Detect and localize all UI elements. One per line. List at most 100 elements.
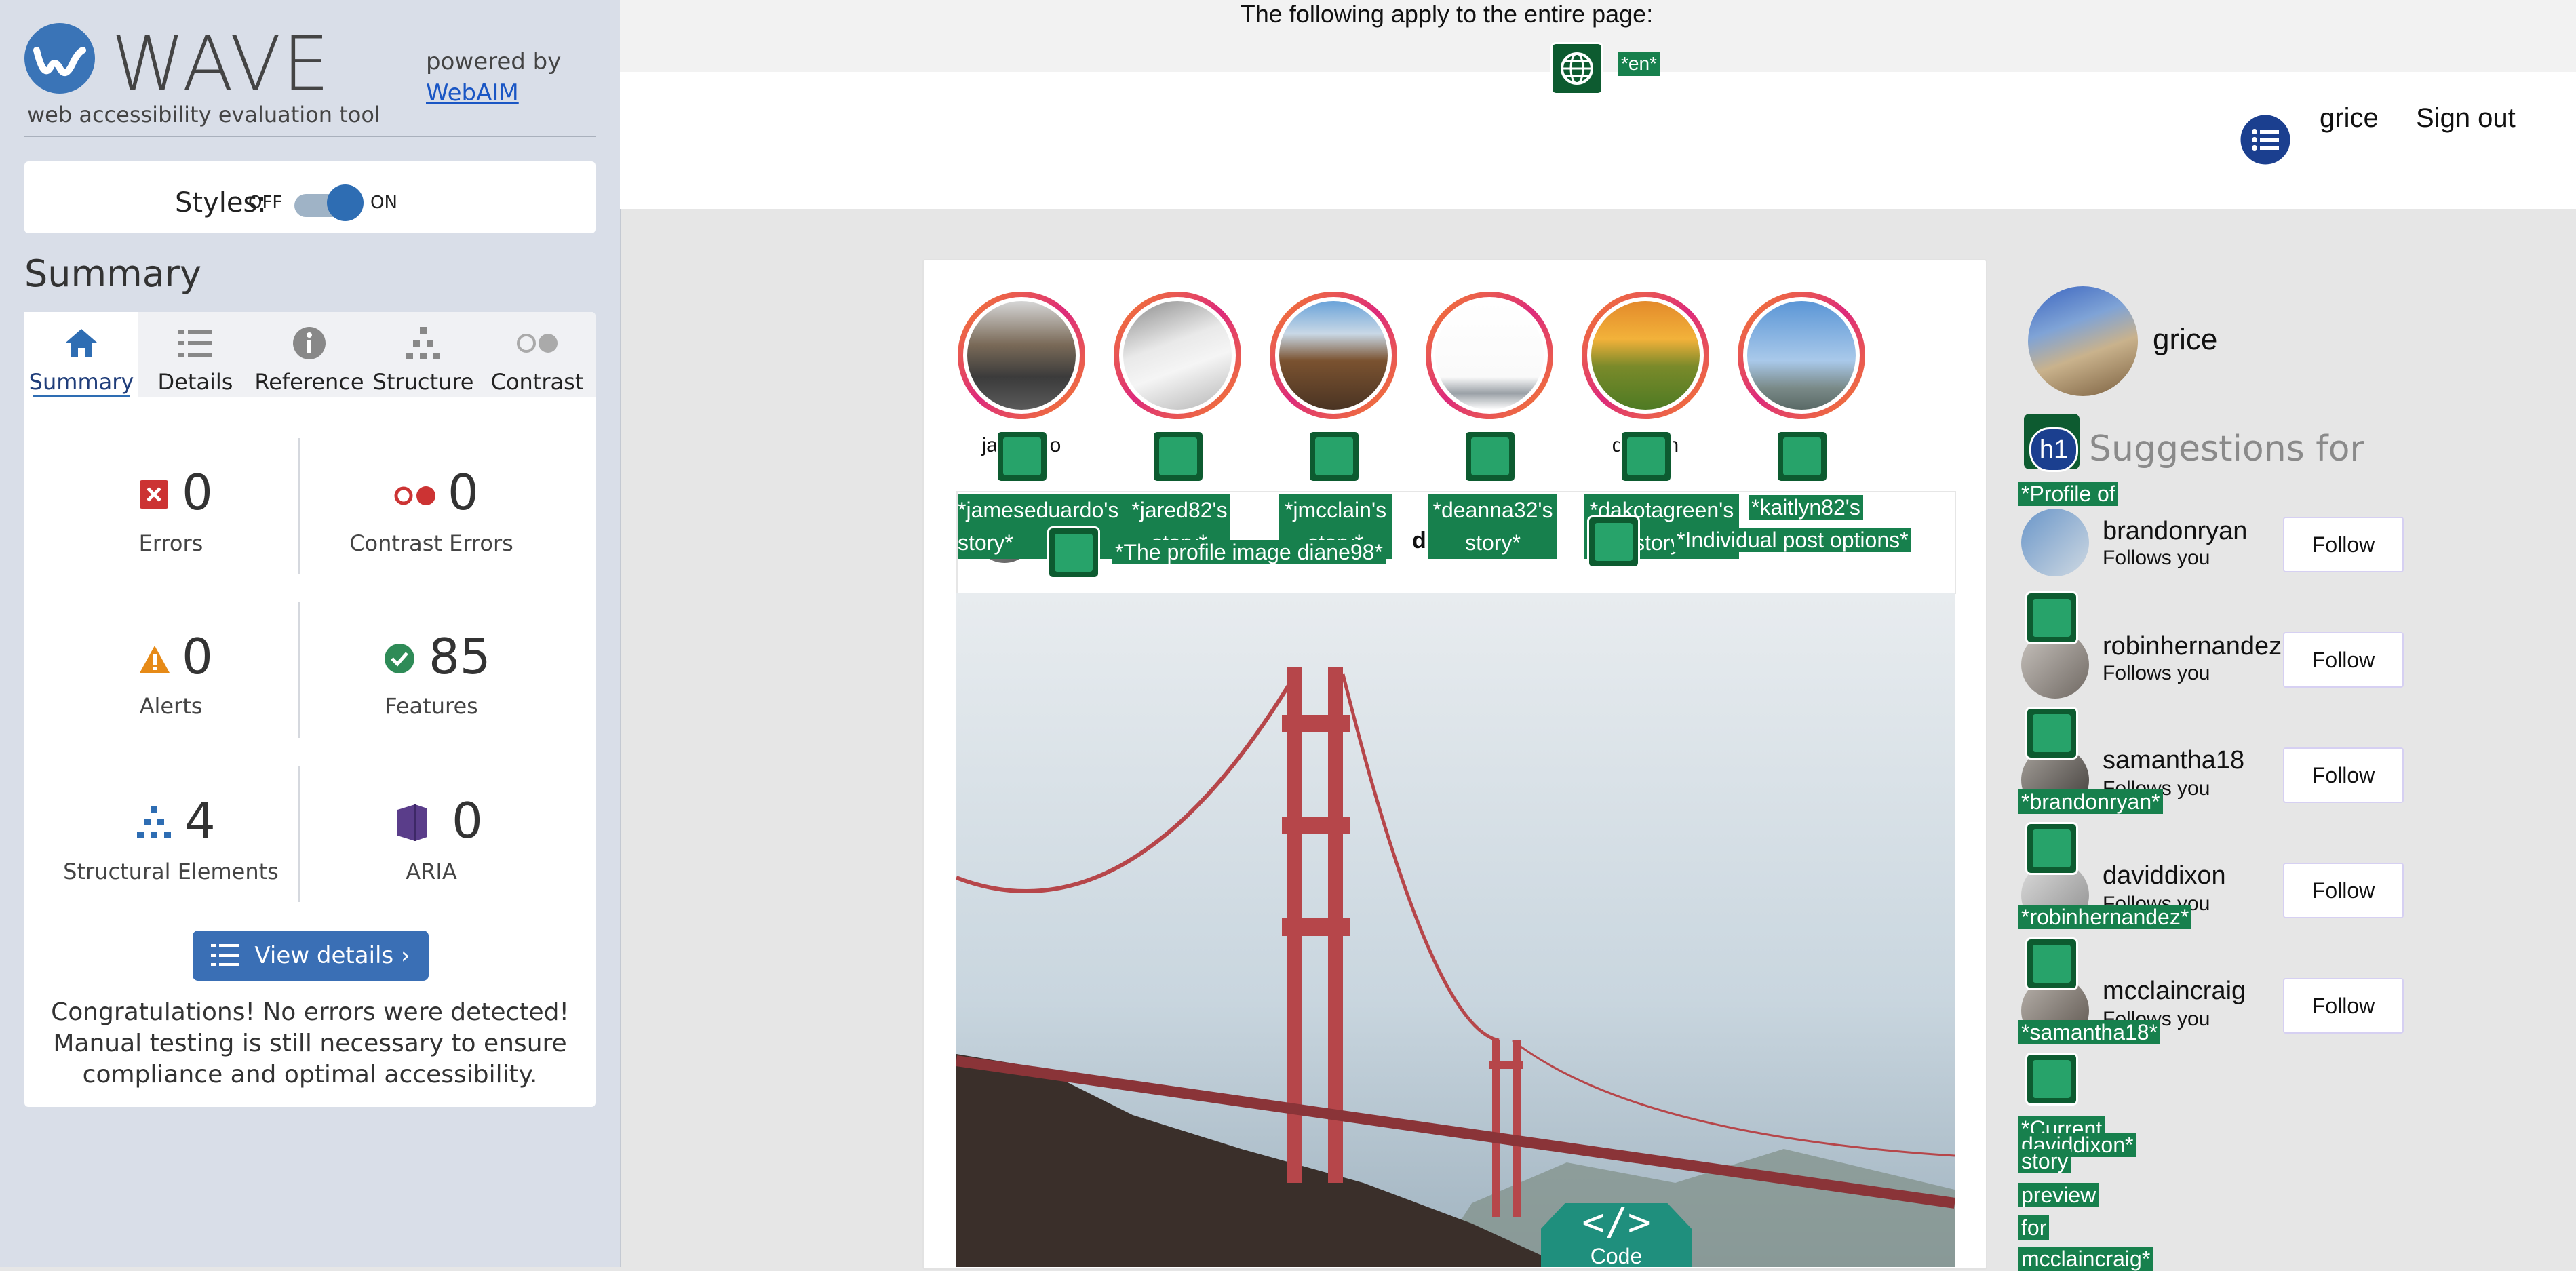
- list-icon: [211, 944, 240, 966]
- golden-gate-bridge-image: [956, 593, 1955, 1267]
- story-avatar[interactable]: [1114, 292, 1241, 419]
- wave-image-icon: [996, 430, 1049, 483]
- features-label: Features: [385, 693, 478, 719]
- tab-reference-label: Reference: [254, 369, 364, 395]
- structural-count: 4: [184, 792, 216, 849]
- code-label: Code: [1590, 1244, 1643, 1268]
- congrats-message: Congratulations! No errors were detected…: [51, 998, 569, 1089]
- summary-heading: Summary: [24, 252, 201, 295]
- h1-badge: h1: [2029, 427, 2078, 472]
- powered-by: powered by WebAIM: [426, 46, 561, 109]
- profile-avatar[interactable]: [2028, 286, 2138, 396]
- features-count: 85: [429, 628, 491, 685]
- story-avatar[interactable]: [1738, 292, 1865, 419]
- tab-contrast-label: Contrast: [490, 369, 584, 395]
- stats-divider: [298, 438, 300, 574]
- tab-reference[interactable]: Reference: [252, 312, 366, 397]
- sidebar-alt-tag: *brandonryan*: [2018, 789, 2163, 814]
- feature-icon: [385, 644, 414, 673]
- contrast-errors-count: 0: [448, 464, 479, 521]
- alert-icon: [140, 646, 170, 673]
- code-icon: </>: [1582, 1200, 1651, 1245]
- suggestion-username[interactable]: samantha18: [2103, 746, 2244, 775]
- language-tag: *en*: [1618, 52, 1660, 76]
- styles-toggle-knob[interactable]: [327, 184, 364, 221]
- sidebar-alt-tag: *samantha18*: [2018, 1020, 2161, 1044]
- wave-image-icon: [1776, 430, 1829, 483]
- tab-structure-label: Structure: [372, 369, 474, 395]
- page-apply-text: The following apply to the entire page:: [1240, 0, 1654, 28]
- contrast-error-icon: [394, 486, 435, 505]
- tab-structure[interactable]: Structure: [366, 312, 480, 397]
- wave-image-icon: [1620, 430, 1673, 483]
- aria-icon: [397, 804, 427, 841]
- suggestion-username[interactable]: robinhernandez: [2103, 632, 2282, 661]
- suggestion-follows-you: Follows you: [2103, 547, 2210, 569]
- wave-image-icon: [1464, 430, 1517, 483]
- sidebar-alt-tag: *Profile of: [2018, 482, 2118, 506]
- story-avatar[interactable]: [1582, 292, 1709, 419]
- tab-details[interactable]: Details: [138, 312, 252, 397]
- language-icon: [1550, 42, 1603, 95]
- sidebar-alt-tag: for: [2018, 1215, 2050, 1240]
- tab-summary[interactable]: Summary: [24, 312, 138, 397]
- wave-logo-text: WAVE: [111, 20, 331, 107]
- wave-image-icon: [2025, 937, 2078, 990]
- sidebar-alt-tag: story: [2018, 1149, 2071, 1173]
- story-avatar[interactable]: [958, 292, 1085, 419]
- follow-button[interactable]: Follow: [2283, 978, 2404, 1034]
- sign-out-link[interactable]: Sign out: [2416, 103, 2516, 134]
- suggestions-heading: Suggestions for: [2089, 429, 2364, 469]
- view-details-label: View details ›: [254, 942, 410, 969]
- post-photo: [956, 593, 1955, 1267]
- nav-username[interactable]: grice: [2320, 103, 2379, 134]
- profile-image-alt-tag: *The profile image diane98*: [1112, 540, 1386, 564]
- wave-image-icon: [1152, 430, 1205, 483]
- stats-divider: [298, 766, 300, 902]
- story-avatar[interactable]: [1426, 292, 1553, 419]
- wave-image-icon: [1308, 430, 1361, 483]
- follow-button[interactable]: Follow: [2283, 747, 2404, 803]
- aria-label: ARIA: [406, 859, 457, 884]
- story-alt-tag: *jameseduardo's story*: [958, 494, 1129, 559]
- sidebar-alt-tag: preview: [2018, 1183, 2099, 1207]
- wave-image-icon: [2025, 591, 2078, 644]
- profile-username[interactable]: grice: [2153, 323, 2217, 357]
- sidebar-alt-tag: *robinhernandez*: [2018, 905, 2192, 929]
- errors-count: 0: [182, 464, 213, 521]
- list-icon: [178, 330, 212, 357]
- follow-button[interactable]: Follow: [2283, 632, 2404, 688]
- toggle-on-label: ON: [370, 193, 397, 213]
- wave-logo-subtitle: web accessibility evaluation tool: [27, 102, 380, 128]
- post-options-alt-tag: *Individual post options*: [1674, 528, 1911, 552]
- story-avatar[interactable]: [1270, 292, 1397, 419]
- structure-icon: [137, 806, 171, 838]
- suggestion-avatar[interactable]: [2021, 509, 2089, 576]
- info-icon: [293, 327, 326, 359]
- stats-divider: [298, 602, 300, 738]
- suggestion-username[interactable]: mcclaincraig: [2103, 977, 2246, 1006]
- tab-summary-label: Summary: [28, 369, 134, 395]
- wave-image-icon: [2025, 707, 2078, 760]
- follow-button[interactable]: Follow: [2283, 863, 2404, 918]
- webaim-link[interactable]: WebAIM: [426, 79, 519, 106]
- tab-contrast[interactable]: Contrast: [480, 312, 594, 397]
- suggestion-username[interactable]: brandonryan: [2103, 517, 2247, 546]
- aria-count: 0: [452, 792, 483, 849]
- home-icon: [66, 329, 97, 357]
- hierarchy-icon: [406, 327, 440, 359]
- suggestion-follows-you: Follows you: [2103, 662, 2210, 684]
- suggestion-username[interactable]: daviddixon: [2103, 861, 2226, 891]
- follow-button[interactable]: Follow: [2283, 517, 2404, 572]
- toggle-off-label: OFF: [248, 193, 283, 213]
- divider: [24, 136, 596, 137]
- error-icon: [140, 480, 168, 509]
- view-details-button[interactable]: View details ›: [193, 931, 429, 981]
- alerts-count: 0: [182, 628, 213, 685]
- wave-image-icon: [2025, 822, 2078, 875]
- alerts-label: Alerts: [139, 693, 203, 719]
- errors-label: Errors: [138, 530, 203, 556]
- wave-image-icon: [1047, 526, 1100, 579]
- sidebar-alt-tag: mcclaincraig*: [2018, 1247, 2153, 1271]
- story-alt-tag: *deanna32's story*: [1428, 494, 1557, 559]
